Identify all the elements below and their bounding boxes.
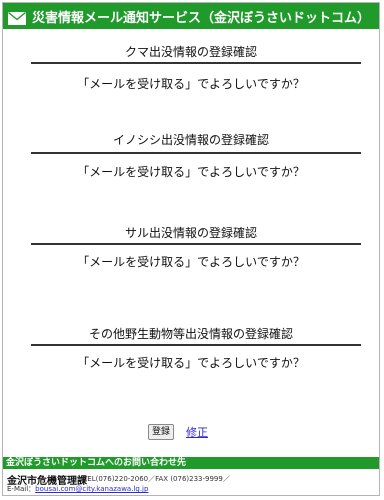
section-question-other-animals: 「メールを受け取る」でよろしいですか？ <box>77 356 305 370</box>
section-divider <box>31 243 361 245</box>
contact-header-text: 金沢ぼうさいドットコムへのお問い合わせ先 <box>6 458 187 468</box>
header-bar: 災害情報メール通知サービス（金沢ぼうさいドットコム） <box>3 3 379 29</box>
section-title-bear: クマ出没情報の登録確認 <box>124 45 257 59</box>
contact-phone-fax: TEL(076)220-2060／FAX (076)233-9999／ <box>83 475 230 483</box>
section-title-monkey: サル出没情報の登録確認 <box>124 226 257 240</box>
page-title: 災害情報メール通知サービス（金沢ぼうさいドットコム） <box>32 10 371 26</box>
section-title-other-animals: その他野生動物等出没情報の登録確認 <box>88 327 293 341</box>
mail-icon <box>8 10 26 25</box>
section-question-monkey: 「メールを受け取る」でよろしいですか？ <box>77 255 305 269</box>
section-title-boar: イノシシ出没情報の登録確認 <box>112 133 269 147</box>
section-divider <box>31 62 361 64</box>
section-divider <box>31 344 361 346</box>
contact-header-bar: 金沢ぼうさいドットコムへのお問い合わせ先 <box>3 457 379 469</box>
edit-link[interactable]: 修正 <box>186 424 208 440</box>
section-divider <box>31 152 361 154</box>
section-question-boar: 「メールを受け取る」でよろしいですか？ <box>77 165 305 179</box>
register-button[interactable]: 登録 <box>148 424 174 440</box>
email-link[interactable]: bousai.com@city.kanazawa.lg.jp <box>35 485 148 493</box>
section-question-bear: 「メールを受け取る」でよろしいですか？ <box>77 77 305 91</box>
email-label: E-Mail： <box>7 485 36 493</box>
contact-email-line: E-Mail：bousai.com@city.kanazawa.lg.jp <box>7 484 148 494</box>
page-frame: 災害情報メール通知サービス（金沢ぼうさいドットコム） クマ出没情報の登録確認 「… <box>2 2 380 496</box>
